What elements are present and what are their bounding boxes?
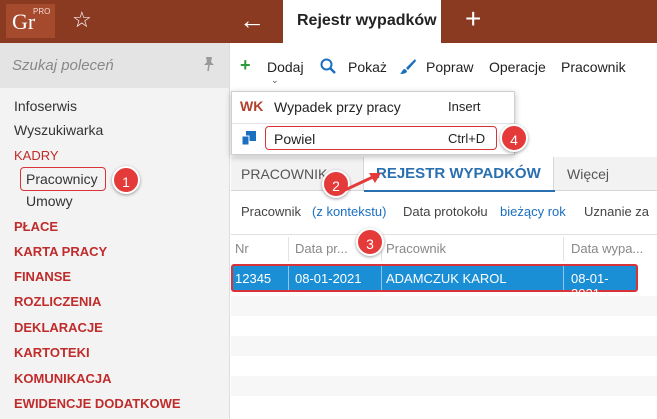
logo-text: Gr xyxy=(12,9,36,34)
callout-badge-3: 3 xyxy=(356,228,384,256)
logo-superscript: PRO xyxy=(33,7,51,16)
tab-pracownik[interactable]: PRACOWNIK xyxy=(241,166,327,182)
top-bar: Gr PRO ☆ ← Rejestr wypadków + xyxy=(0,0,657,43)
sidebar-category-ewidencje-dodatkowe[interactable]: EWIDENCJE DODATKOWE xyxy=(14,396,181,411)
filter-employee-label: Pracownik xyxy=(241,204,301,219)
filter-row: Pracownik (z kontekstu) Data protokołu b… xyxy=(231,192,657,232)
pin-icon[interactable] xyxy=(202,56,216,72)
callout-badge-1: 1 xyxy=(112,166,140,194)
sidebar: Szukaj poleceń Infoserwis Wyszukiwarka K… xyxy=(0,43,230,419)
tab-strip: PRACOWNIK REJESTR WYPADKÓW Więcej xyxy=(231,157,657,192)
table-row-selected[interactable]: 12345 08-01-2021 ADAMCZUK KAROL 08-01-20… xyxy=(231,264,638,301)
search-icon[interactable] xyxy=(320,58,336,74)
app-logo[interactable]: Gr PRO xyxy=(6,4,55,38)
sidebar-category-komunikacja[interactable]: KOMUNIKACJA xyxy=(14,371,112,386)
new-tab-plus-icon[interactable]: + xyxy=(465,3,481,35)
sidebar-item-umowy[interactable]: Umowy xyxy=(26,193,73,209)
show-button[interactable]: Pokaż xyxy=(348,59,387,75)
tab-wiecej[interactable]: Więcej xyxy=(567,166,609,182)
operations-button[interactable]: Operacje xyxy=(489,59,546,75)
tab-rejestr-label: REJESTR WYPADKÓW xyxy=(376,165,541,182)
cell-nr: 12345 xyxy=(235,271,272,286)
callout-badge-4: 4 xyxy=(500,124,528,152)
sidebar-item-infoserwis[interactable]: Infoserwis xyxy=(14,98,77,114)
sidebar-category-kadry[interactable]: KADRY xyxy=(14,148,59,163)
sidebar-category-karta-pracy[interactable]: KARTA PRACY xyxy=(14,244,107,259)
filter-employee-value[interactable]: (z kontekstu) xyxy=(312,204,386,219)
tab-rejestr-wypadkow[interactable]: Rejestr wypadków xyxy=(283,0,441,43)
tab-rejestr-wypadkow-list[interactable]: REJESTR WYPADKÓW xyxy=(363,157,555,192)
menu-item-wypadek[interactable]: WK Wypadek przy pracy Insert xyxy=(232,92,516,123)
favorite-star-icon[interactable]: ☆ xyxy=(72,7,92,33)
filter-recognition-label: Uznanie za xyxy=(584,204,650,219)
cell-divider xyxy=(381,266,382,290)
chevron-down-icon[interactable]: ⌄ xyxy=(271,75,279,86)
column-header-pracownik[interactable]: Pracownik xyxy=(386,241,446,256)
command-search[interactable]: Szukaj poleceń xyxy=(0,43,229,88)
callout-arrow-icon xyxy=(345,173,381,192)
duplicate-icon xyxy=(242,131,256,145)
cell-divider xyxy=(288,266,289,290)
menu-item-label: Wypadek przy pracy xyxy=(274,99,401,115)
tab-title: Rejestr wypadków xyxy=(297,12,437,29)
grid-header: Nr Data pr... Pracownik Data wypa... xyxy=(231,234,657,262)
filter-date-value[interactable]: bieżący rok xyxy=(500,204,566,219)
column-header-data-protokolu[interactable]: Data pr... xyxy=(295,241,348,256)
back-arrow-icon[interactable]: ← xyxy=(239,5,265,36)
empty-row xyxy=(231,336,657,356)
search-input[interactable]: Szukaj poleceń xyxy=(12,57,114,74)
add-plus-icon[interactable]: + xyxy=(240,55,251,76)
filter-date-label: Data protokołu xyxy=(403,204,488,219)
sidebar-category-place[interactable]: PŁACE xyxy=(14,219,58,234)
column-divider xyxy=(288,237,289,261)
sidebar-category-kartoteki[interactable]: KARTOTEKI xyxy=(14,345,90,360)
sidebar-category-finanse[interactable]: FINANSE xyxy=(14,269,71,284)
brush-edit-icon[interactable] xyxy=(399,57,417,75)
cell-divider xyxy=(563,266,564,290)
toolbar: + Dodaj ⌄ Pokaż Popraw Operacje Pracowni… xyxy=(231,43,657,91)
edit-button[interactable]: Popraw xyxy=(426,59,473,75)
sidebar-category-rozliczenia[interactable]: ROZLICZENIA xyxy=(14,294,101,309)
add-button[interactable]: Dodaj xyxy=(267,59,304,75)
column-header-data-wypadku[interactable]: Data wypa... xyxy=(571,241,643,256)
wk-icon: WK xyxy=(240,98,264,114)
cell-pracownik: ADAMCZUK KAROL xyxy=(386,271,507,286)
cell-data-protokolu: 08-01-2021 xyxy=(295,271,362,286)
column-divider xyxy=(563,237,564,261)
employee-button[interactable]: Pracownik xyxy=(561,59,626,75)
empty-row xyxy=(231,296,657,316)
menu-item-shortcut: Insert xyxy=(448,99,481,114)
sidebar-item-wyszukiwarka[interactable]: Wyszukiwarka xyxy=(14,122,103,138)
column-header-nr[interactable]: Nr xyxy=(235,241,249,256)
empty-row xyxy=(231,376,657,396)
sidebar-category-deklaracje[interactable]: DEKLARACJE xyxy=(14,320,103,335)
highlight-powiel xyxy=(265,126,497,150)
highlight-pracownicy xyxy=(20,167,106,191)
